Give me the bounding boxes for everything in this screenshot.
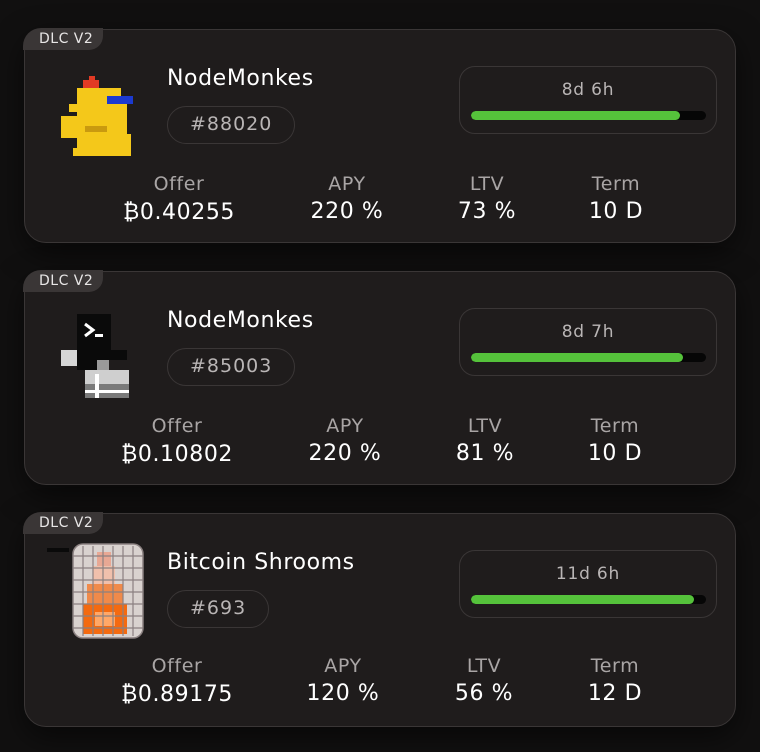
timer-label: 8d 7h	[561, 322, 615, 342]
nft-thumbnail	[45, 542, 145, 642]
progress-track	[471, 595, 706, 604]
offer-stat: Offer ₿0.10802	[97, 415, 257, 467]
collection-name: NodeMonkes	[167, 308, 314, 333]
progress-fill	[471, 595, 695, 604]
apy-value: 220 %	[308, 441, 382, 466]
progress-fill	[471, 111, 681, 120]
term-value: 10 D	[588, 199, 644, 224]
term-value: 10 D	[587, 441, 643, 466]
loan-card[interactable]: DLC V2 Bitcoin Shrooms #693 11d 6h Offer…	[23, 512, 736, 727]
apy-value: 120 %	[306, 681, 380, 706]
apy-label: APY	[328, 173, 366, 195]
offer-value: ₿0.40255	[122, 200, 236, 225]
token-id: #693	[167, 590, 270, 628]
term-stat: Term 12 D	[535, 655, 695, 706]
loan-card[interactable]: DLC V2 NodeMonkes #88020 8d 6h Offer ₿0.…	[23, 28, 736, 243]
nodemonke-terminal-image	[61, 314, 129, 398]
token-id: #88020	[167, 106, 296, 144]
timer-label: 8d 6h	[561, 80, 615, 100]
time-remaining: 8d 7h	[459, 308, 717, 376]
nft-thumbnail	[55, 70, 135, 160]
progress-track	[471, 353, 706, 362]
token-id: #85003	[167, 348, 296, 386]
offer-label: Offer	[153, 173, 205, 195]
progress-fill	[471, 353, 683, 362]
offer-stat: Offer ₿0.40255	[99, 173, 259, 225]
offer-value: ₿0.10802	[120, 442, 234, 467]
collection-name: Bitcoin Shrooms	[167, 550, 355, 575]
term-label: Term	[590, 415, 640, 437]
apy-stat: APY 120 %	[263, 655, 423, 706]
apy-label: APY	[326, 415, 364, 437]
nodemonke-yellow-image	[61, 76, 133, 156]
timer-label: 11d 6h	[555, 564, 621, 584]
offer-value: ₿0.89175	[120, 682, 234, 707]
term-label: Term	[590, 655, 640, 677]
loan-card[interactable]: DLC V2 NodeMonkes #85003 8d 7h Offer ₿0.…	[23, 270, 736, 485]
apy-stat: APY 220 %	[267, 173, 427, 224]
version-badge: DLC V2	[23, 28, 104, 50]
offer-stat: Offer ₿0.89175	[97, 655, 257, 707]
version-badge: DLC V2	[23, 270, 104, 292]
progress-track	[471, 111, 706, 120]
time-remaining: 11d 6h	[459, 550, 717, 618]
time-remaining: 8d 6h	[459, 66, 717, 134]
term-label: Term	[591, 173, 641, 195]
bitcoin-shroom-image	[47, 543, 144, 639]
collection-name: NodeMonkes	[167, 66, 314, 91]
offer-label: Offer	[151, 655, 203, 677]
term-value: 12 D	[587, 681, 643, 706]
apy-stat: APY 220 %	[265, 415, 425, 466]
term-stat: Term 10 D	[536, 173, 696, 224]
term-stat: Term 10 D	[535, 415, 695, 466]
apy-value: 220 %	[310, 199, 384, 224]
offer-label: Offer	[151, 415, 203, 437]
nft-thumbnail	[55, 312, 135, 402]
apy-label: APY	[324, 655, 362, 677]
version-badge: DLC V2	[23, 512, 104, 534]
